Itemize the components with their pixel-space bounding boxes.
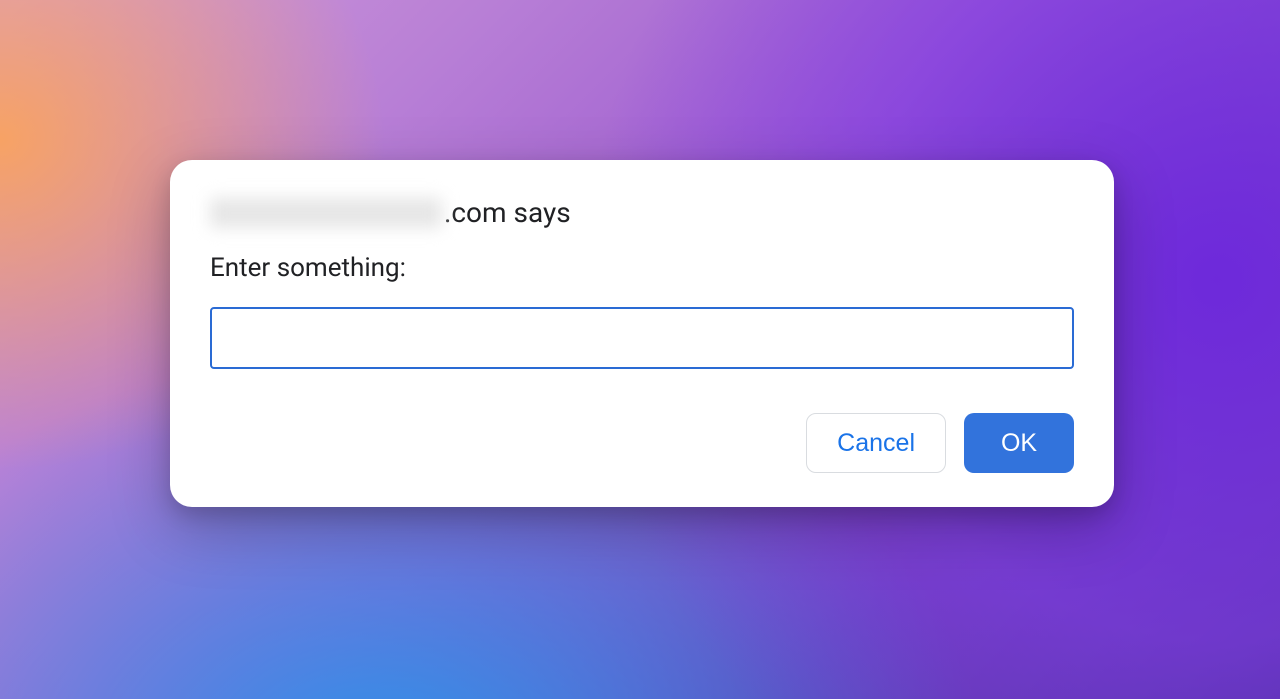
prompt-input[interactable] bbox=[210, 307, 1074, 369]
dialog-title-text: .com says bbox=[444, 196, 571, 229]
ok-button[interactable]: OK bbox=[964, 413, 1074, 473]
cancel-button[interactable]: Cancel bbox=[806, 413, 946, 473]
javascript-prompt-dialog: .com says Enter something: Cancel OK bbox=[170, 160, 1114, 507]
dialog-title: .com says bbox=[210, 196, 1074, 229]
redacted-domain bbox=[210, 198, 442, 228]
dialog-actions: Cancel OK bbox=[210, 413, 1074, 473]
dialog-message: Enter something: bbox=[210, 253, 1074, 283]
